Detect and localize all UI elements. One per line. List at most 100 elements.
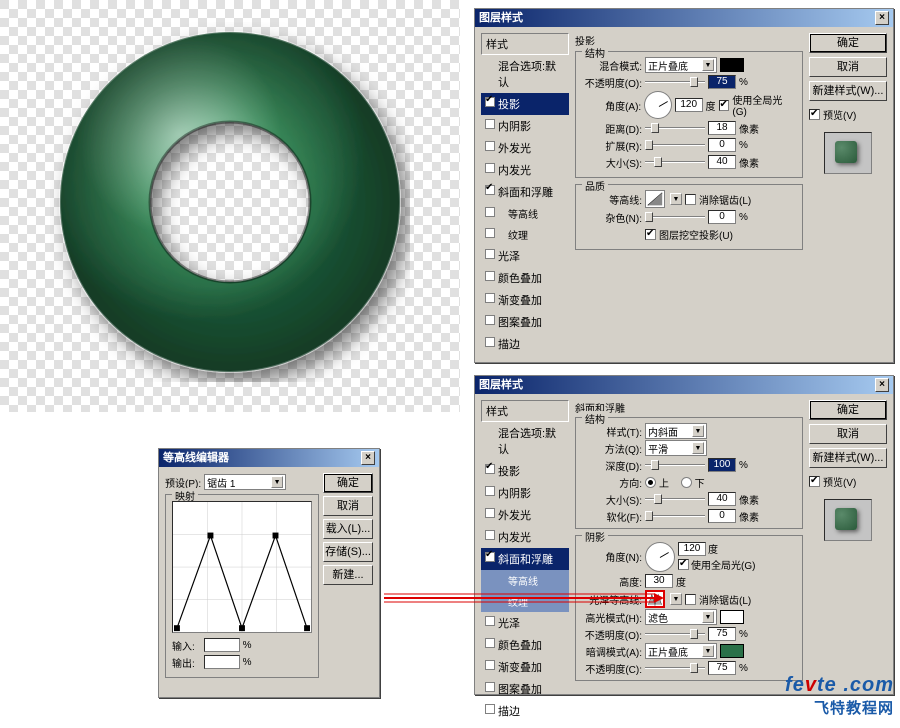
distance-slider[interactable] <box>645 123 705 133</box>
close-icon[interactable]: × <box>361 451 375 465</box>
stroke-item[interactable]: 描边 <box>481 333 569 355</box>
knockout-checkbox[interactable] <box>645 229 656 240</box>
color-overlay-item[interactable]: 颜色叠加 <box>481 634 569 656</box>
stroke-item[interactable]: 描边 <box>481 700 569 722</box>
contour-sub-item[interactable]: 等高线 <box>481 203 569 224</box>
distance-label: 距离(D): <box>582 121 642 136</box>
spread-input[interactable]: 0 <box>708 138 736 152</box>
size-slider[interactable] <box>645 494 705 504</box>
antialias-checkbox[interactable] <box>685 594 696 605</box>
soften-input[interactable]: 0 <box>708 509 736 523</box>
bevel-emboss-item[interactable]: 斜面和浮雕 <box>481 548 569 570</box>
ok-button[interactable]: 确定 <box>809 33 887 53</box>
color-overlay-item[interactable]: 颜色叠加 <box>481 267 569 289</box>
preview-checkbox[interactable] <box>809 476 820 487</box>
inner-shadow-item[interactable]: 内阴影 <box>481 115 569 137</box>
outer-glow-item[interactable]: 外发光 <box>481 137 569 159</box>
blend-options-item[interactable]: 混合选项:默认 <box>481 422 569 460</box>
shadow-color-swatch[interactable] <box>720 58 744 72</box>
drop-shadow-item[interactable]: 投影 <box>481 93 569 115</box>
antialias-label: 消除锯齿(L) <box>699 192 751 207</box>
inner-glow-item[interactable]: 内发光 <box>481 526 569 548</box>
satin-item[interactable]: 光泽 <box>481 245 569 267</box>
new-button[interactable]: 新建... <box>323 565 373 585</box>
contour-sub-item[interactable]: 等高线 <box>481 570 569 591</box>
texture-sub-item[interactable]: 纹理 <box>481 224 569 245</box>
s-opacity-slider[interactable] <box>645 663 705 673</box>
outer-glow-item[interactable]: 外发光 <box>481 504 569 526</box>
preview-checkbox[interactable] <box>809 109 820 120</box>
size-label: 大小(S): <box>582 155 642 170</box>
antialias-checkbox[interactable] <box>685 194 696 205</box>
angle-dial[interactable] <box>645 542 675 572</box>
gradient-overlay-item[interactable]: 渐变叠加 <box>481 289 569 311</box>
angle-dial[interactable] <box>644 91 672 119</box>
cancel-button[interactable]: 取消 <box>323 496 373 516</box>
chevron-down-icon[interactable]: ▼ <box>670 593 682 605</box>
satin-item[interactable]: 光泽 <box>481 612 569 634</box>
gloss-contour-picker[interactable] <box>645 590 665 608</box>
new-style-button[interactable]: 新建样式(W)... <box>809 448 887 468</box>
angle-input[interactable]: 120 <box>675 98 703 112</box>
shadow-mode-dropdown[interactable]: 正片叠底▼ <box>645 643 717 659</box>
highlight-mode-dropdown[interactable]: 滤色▼ <box>645 609 717 625</box>
noise-slider[interactable] <box>645 212 705 222</box>
technique-dropdown[interactable]: 平滑▼ <box>645 440 707 456</box>
load-button[interactable]: 载入(L)... <box>323 519 373 539</box>
preview-label: 预览(V) <box>823 474 856 489</box>
titlebar[interactable]: 图层样式 × <box>475 9 893 27</box>
output-value[interactable] <box>204 655 240 669</box>
size-slider[interactable] <box>645 157 705 167</box>
opacity-input[interactable]: 75 <box>708 75 736 89</box>
shadow-color-swatch[interactable] <box>720 644 744 658</box>
depth-input[interactable]: 100 <box>708 458 736 472</box>
titlebar[interactable]: 图层样式 × <box>475 376 893 394</box>
style-dropdown[interactable]: 内斜面▼ <box>645 423 707 439</box>
h-opacity-slider[interactable] <box>645 629 705 639</box>
soften-slider[interactable] <box>645 511 705 521</box>
ok-button[interactable]: 确定 <box>323 473 373 493</box>
preset-dropdown[interactable]: 锯齿 1▼ <box>204 474 286 490</box>
highlight-color-swatch[interactable] <box>720 610 744 624</box>
depth-slider[interactable] <box>645 460 705 470</box>
titlebar[interactable]: 等高线编辑器 × <box>159 449 379 467</box>
pattern-overlay-item[interactable]: 图案叠加 <box>481 311 569 333</box>
style-list: 样式 混合选项:默认 投影 内阴影 外发光 内发光 斜面和浮雕 等高线 纹理 光… <box>481 400 569 722</box>
size-label: 大小(S): <box>582 492 642 507</box>
ok-button[interactable]: 确定 <box>809 400 887 420</box>
global-light-checkbox[interactable] <box>678 559 689 570</box>
texture-sub-item[interactable]: 纹理 <box>481 591 569 612</box>
save-button[interactable]: 存储(S)... <box>323 542 373 562</box>
altitude-input[interactable]: 30 <box>645 574 673 588</box>
size-input[interactable]: 40 <box>708 492 736 506</box>
direction-down-radio[interactable] <box>681 477 692 488</box>
drop-shadow-item[interactable]: 投影 <box>481 460 569 482</box>
pattern-overlay-item[interactable]: 图案叠加 <box>481 678 569 700</box>
blend-mode-dropdown[interactable]: 正片叠底▼ <box>645 57 717 73</box>
cancel-button[interactable]: 取消 <box>809 57 887 77</box>
size-input[interactable]: 40 <box>708 155 736 169</box>
noise-input[interactable]: 0 <box>708 210 736 224</box>
inner-shadow-item[interactable]: 内阴影 <box>481 482 569 504</box>
cancel-button[interactable]: 取消 <box>809 424 887 444</box>
distance-input[interactable]: 18 <box>708 121 736 135</box>
close-icon[interactable]: × <box>875 378 889 392</box>
global-light-checkbox[interactable] <box>719 100 730 111</box>
h-opacity-input[interactable]: 75 <box>708 627 736 641</box>
contour-picker[interactable] <box>645 190 665 208</box>
contour-graph[interactable] <box>172 501 312 633</box>
gradient-overlay-item[interactable]: 渐变叠加 <box>481 656 569 678</box>
direction-up-radio[interactable] <box>645 477 656 488</box>
chevron-down-icon[interactable]: ▼ <box>670 193 682 205</box>
bevel-emboss-item[interactable]: 斜面和浮雕 <box>481 181 569 203</box>
blend-options-item[interactable]: 混合选项:默认 <box>481 55 569 93</box>
input-value[interactable] <box>204 638 240 652</box>
new-style-button[interactable]: 新建样式(W)... <box>809 81 887 101</box>
angle-input[interactable]: 120 <box>678 542 706 556</box>
close-icon[interactable]: × <box>875 11 889 25</box>
inner-glow-item[interactable]: 内发光 <box>481 159 569 181</box>
s-opacity-input[interactable]: 75 <box>708 661 736 675</box>
dialog-title: 图层样式 <box>479 376 523 394</box>
spread-slider[interactable] <box>645 140 705 150</box>
opacity-slider[interactable] <box>645 77 705 87</box>
